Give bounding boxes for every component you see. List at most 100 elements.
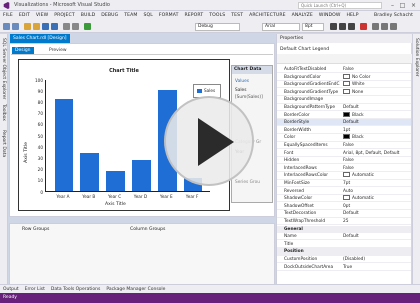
bar-year-a[interactable] [54, 99, 74, 191]
property-row[interactable]: Hidden False [277, 157, 411, 165]
property-value[interactable]: (Disabled) [343, 256, 409, 263]
property-value[interactable]: Black [343, 134, 409, 141]
close-button[interactable]: × [409, 1, 418, 10]
video-play-button[interactable] [164, 96, 254, 186]
property-value[interactable]: False [343, 157, 409, 164]
property-value[interactable]: True [343, 264, 409, 271]
menu-item[interactable]: ARCHITECTURE [246, 11, 289, 20]
property-row[interactable]: InterlacedRows False [277, 165, 411, 172]
minimize-button[interactable]: – [388, 1, 397, 10]
bar-year-d[interactable] [132, 159, 151, 191]
values-field[interactable]: [Sum(Sales)] [235, 95, 263, 100]
property-row[interactable]: BackgroundGradientType None [277, 88, 411, 96]
chart-title[interactable]: Chart Title [19, 68, 229, 74]
menu-item[interactable]: ANALYZE [289, 11, 316, 20]
property-value[interactable]: White [343, 81, 409, 88]
property-value[interactable]: Black [343, 111, 409, 119]
property-row[interactable]: Reversed Auto [277, 188, 411, 195]
undo-icon[interactable] [63, 23, 70, 30]
save-icon[interactable] [42, 23, 49, 30]
property-value[interactable]: None [343, 88, 409, 96]
property-value[interactable]: Default [343, 210, 409, 217]
italic-icon[interactable] [339, 23, 346, 30]
property-value[interactable]: 7pt [343, 180, 409, 187]
sql-server-object-explorer-tab[interactable]: SQL Server Object Explorer [1, 38, 6, 99]
property-row[interactable]: InterlacedRowsColor Automatic [277, 172, 411, 180]
menu-item[interactable]: TEST [228, 11, 246, 20]
font-dropdown[interactable]: Arial [262, 23, 300, 31]
save-all-icon[interactable] [51, 23, 58, 30]
values-item[interactable]: Sales [235, 88, 246, 93]
back-icon[interactable] [3, 23, 10, 30]
underline-icon[interactable] [348, 23, 355, 30]
align-right-icon[interactable] [390, 23, 397, 30]
property-row[interactable]: MinFontSize 7pt [277, 180, 411, 188]
property-row[interactable]: ShadowOffset 0pt [277, 203, 411, 210]
property-value[interactable]: Automatic [343, 172, 409, 179]
property-value[interactable]: Automatic [343, 195, 409, 202]
property-row[interactable]: General [277, 225, 411, 233]
property-value[interactable]: No Color [343, 73, 409, 81]
properties-object-selector[interactable]: Default Chart Legend [277, 45, 412, 54]
signed-in-user[interactable]: Bradley Schacht [371, 11, 416, 20]
property-row[interactable]: Name Default [277, 233, 411, 241]
open-file-icon[interactable] [33, 23, 40, 30]
property-row[interactable]: BackgroundGradientEndC White [277, 81, 411, 89]
property-value[interactable]: Auto [343, 188, 409, 195]
menu-item[interactable]: EDIT [16, 11, 33, 20]
property-row[interactable]: EquallySpacedItems False [277, 142, 411, 150]
menu-item[interactable]: HELP [344, 11, 362, 20]
menu-item[interactable]: VIEW [33, 11, 51, 20]
x-axis-title[interactable]: Axis Title [105, 202, 126, 207]
menu-item[interactable]: REPORT [182, 11, 207, 20]
bar-year-c[interactable] [106, 170, 125, 191]
property-value[interactable]: Default [343, 233, 409, 240]
report-data-tab[interactable]: Report Data [1, 130, 6, 157]
property-row[interactable]: BackgroundImage [277, 96, 411, 104]
menu-item[interactable]: FILE [0, 11, 16, 20]
design-tab[interactable]: Design [12, 47, 34, 54]
font-color-icon[interactable] [360, 23, 367, 30]
document-tab[interactable]: Sales Chart.rdl [Design] [10, 34, 70, 43]
property-row[interactable]: Position [277, 248, 411, 256]
property-value[interactable]: False [343, 165, 409, 172]
menu-item[interactable]: TEAM [121, 11, 140, 20]
property-row[interactable]: AutoFitTextDisabled False [277, 66, 411, 74]
new-project-icon[interactable] [24, 23, 31, 30]
property-row[interactable]: BorderStyle Default [277, 119, 411, 127]
property-value[interactable]: 1pt [343, 127, 409, 134]
property-value[interactable]: Default [343, 104, 409, 111]
property-row[interactable]: BackgroundPatternType Default [277, 104, 411, 112]
property-value[interactable]: Default [343, 119, 409, 126]
menu-item[interactable]: BUILD [78, 11, 98, 20]
property-row[interactable]: CustomPosition (Disabled) [277, 256, 411, 264]
property-value[interactable]: 25 [343, 218, 409, 225]
property-row[interactable]: Color Black [277, 134, 411, 142]
property-value[interactable]: False [343, 66, 409, 73]
toolbox-tab[interactable]: Toolbox [1, 104, 6, 121]
property-value[interactable]: Arial, 8pt, Default, Default [343, 150, 409, 157]
property-row[interactable]: BorderWidth 1pt [277, 127, 411, 134]
property-row[interactable]: Title [277, 241, 411, 248]
font-size-dropdown[interactable]: 8pt [302, 23, 324, 31]
property-row[interactable]: BorderColor Black [277, 111, 411, 119]
values-section-label[interactable]: Values [235, 79, 249, 84]
property-row[interactable]: Font Arial, 8pt, Default, Default [277, 150, 411, 157]
menu-item[interactable]: TOOLS [206, 11, 228, 20]
align-center-icon[interactable] [381, 23, 388, 30]
y-axis-title[interactable]: Axis Title [24, 142, 29, 163]
property-row[interactable]: DockOutsideChartArea True [277, 264, 411, 271]
bold-icon[interactable] [330, 23, 337, 30]
quick-launch-input[interactable]: Quick Launch (Ctrl+Q) [298, 2, 382, 9]
configuration-dropdown[interactable]: Debug [195, 23, 240, 31]
solution-explorer-tab[interactable]: Solution Explorer [414, 38, 419, 77]
forward-icon[interactable] [12, 23, 19, 30]
property-row[interactable]: TextDecoration Default [277, 210, 411, 218]
series-groups-label[interactable]: Series Grou [235, 180, 260, 185]
start-icon[interactable] [84, 23, 91, 30]
maximize-button[interactable]: □ [398, 1, 407, 10]
property-row[interactable]: ShadowColor Automatic [277, 195, 411, 203]
redo-icon[interactable] [72, 23, 79, 30]
align-left-icon[interactable] [372, 23, 379, 30]
menu-item[interactable]: WINDOW [316, 11, 344, 20]
